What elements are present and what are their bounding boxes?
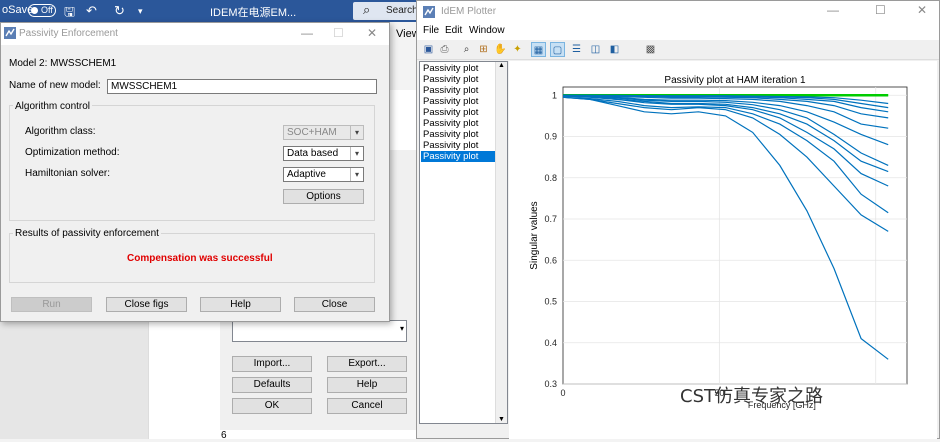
save-icon[interactable]: ▣	[421, 42, 436, 57]
search-icon: ⌕	[363, 2, 371, 17]
page-number: 6	[221, 430, 227, 441]
list-item[interactable]: Passivity plot	[421, 63, 496, 74]
chevron-down-icon: ▾	[350, 147, 363, 160]
close-icon[interactable]: ✕	[367, 26, 377, 40]
scroll-down-icon: ▼	[498, 416, 505, 423]
colorbar-icon[interactable]: ▩	[643, 42, 658, 57]
y-tick-label: 0.8	[544, 173, 557, 183]
scroll-up-icon: ▲	[498, 62, 505, 69]
minimize-icon[interactable]: —	[301, 26, 313, 40]
list-item[interactable]: Passivity plot	[421, 74, 496, 85]
algorithm-class-select[interactable]: SOC+HAM ▾	[283, 125, 364, 140]
plotter-title: IdEM Plotter	[441, 6, 497, 17]
name-label: Name of new model:	[9, 80, 101, 91]
algorithm-class-label: Algorithm class:	[25, 126, 96, 137]
import-button[interactable]: Import...	[232, 356, 312, 372]
autosave-toggle[interactable]: Off	[28, 4, 56, 17]
search-box[interactable]: ⌕ Search	[353, 2, 423, 20]
y-tick-label: 0.5	[544, 297, 557, 307]
idem-plotter-window: IdEM Plotter — ☐ ✕ File Edit Window ▣ ⎙ …	[416, 0, 940, 439]
optimization-method-select[interactable]: Data based ▾	[283, 146, 364, 161]
y-tick-label: 0.4	[544, 338, 557, 348]
list-item[interactable]: Passivity plot	[421, 118, 496, 129]
defaults-button[interactable]: Defaults	[232, 377, 312, 393]
chevron-down-icon[interactable]: ▾	[400, 324, 404, 333]
idem-app-icon	[423, 6, 435, 18]
layout-split-icon[interactable]: ◧	[607, 42, 622, 57]
document-title: IDEM在电源EM...	[210, 7, 297, 19]
run-button[interactable]: Run	[11, 297, 92, 312]
search-label: Search	[386, 5, 418, 16]
results-heading: Results of passivity enforcement	[13, 228, 161, 239]
algorithm-control-heading: Algorithm control	[13, 101, 93, 112]
help-button[interactable]: Help	[200, 297, 281, 312]
hamiltonian-solver-select[interactable]: Adaptive ▾	[283, 167, 364, 182]
chevron-down-icon: ▾	[350, 126, 363, 139]
y-tick-label: 1	[552, 90, 557, 100]
hamiltonian-solver-label: Hamiltonian solver:	[25, 168, 111, 179]
passivity-titlebar[interactable]: Passivity Enforcement — ☐ ✕	[1, 23, 389, 45]
menu-edit[interactable]: Edit	[445, 25, 462, 36]
plotter-titlebar[interactable]: IdEM Plotter — ☐ ✕	[417, 1, 939, 23]
list-scrollbar[interactable]: ▲ ▼	[495, 62, 507, 423]
optimization-method-label: Optimization method:	[25, 147, 120, 158]
list-item[interactable]: Passivity plot	[421, 96, 496, 107]
minimize-icon[interactable]: —	[827, 3, 839, 17]
model-name-input[interactable]: MWSSCHEM1	[107, 79, 377, 94]
menu-file[interactable]: File	[423, 25, 439, 36]
y-tick-label: 0.6	[544, 255, 557, 265]
print-icon[interactable]: ⎙	[437, 42, 452, 57]
help-button-main[interactable]: Help	[327, 377, 407, 393]
close-icon[interactable]: ✕	[917, 3, 927, 17]
undo-icon[interactable]: ↶	[86, 3, 97, 19]
menu-window[interactable]: Window	[469, 25, 505, 36]
plot-list[interactable]: Passivity plot Passivity plot Passivity …	[419, 61, 508, 424]
quick-access-dropdown-icon[interactable]: ▾	[138, 6, 143, 17]
redo-icon[interactable]: ↻	[114, 3, 125, 19]
export-button[interactable]: Export...	[327, 356, 407, 372]
chevron-down-icon: ▾	[350, 168, 363, 181]
idem-app-icon	[4, 27, 16, 39]
result-message: Compensation was successful	[127, 253, 273, 264]
ok-button[interactable]: OK	[232, 398, 312, 414]
plotter-toolbar: ▣ ⎙ ⌕ ⊞ ✋ ✦ ▦ ▢ ☰ ◫ ◧ ▩	[417, 40, 939, 60]
watermark-text: CST仿真专家之路	[680, 386, 823, 407]
model-label: Model 2: MWSSCHEM1	[9, 58, 117, 69]
layout-single-icon[interactable]: ▢	[550, 42, 565, 57]
y-tick-label: 0.3	[544, 379, 557, 389]
x-tick-label: 0	[560, 388, 565, 398]
list-item[interactable]: Passivity plot	[421, 85, 496, 96]
pan-hand-icon[interactable]: ✋	[493, 42, 508, 57]
maximize-icon[interactable]: ☐	[875, 3, 886, 17]
passivity-enforcement-window: Passivity Enforcement — ☐ ✕ Model 2: MWS…	[0, 22, 390, 322]
list-item-selected[interactable]: Passivity plot	[421, 151, 496, 162]
layout-rows-icon[interactable]: ☰	[569, 42, 584, 57]
zoom-box-icon[interactable]: ⊞	[476, 42, 491, 57]
grid-layout-icon[interactable]: ▦	[531, 42, 546, 57]
window-title: Passivity Enforcement	[19, 28, 118, 39]
plotter-menubar: File Edit Window	[417, 23, 939, 40]
model-list[interactable]: ▾	[232, 320, 407, 342]
data-cursor-icon[interactable]: ✦	[510, 42, 525, 57]
cancel-button[interactable]: Cancel	[327, 398, 407, 414]
layout-columns-icon[interactable]: ◫	[588, 42, 603, 57]
list-item[interactable]: Passivity plot	[421, 129, 496, 140]
options-button[interactable]: Options	[283, 189, 364, 204]
y-axis-label: Singular values	[529, 201, 540, 269]
zoom-in-icon[interactable]: ⌕	[459, 42, 474, 57]
y-tick-label: 0.9	[544, 132, 557, 142]
chart-title: Passivity plot at HAM iteration 1	[664, 75, 806, 86]
close-figs-button[interactable]: Close figs	[106, 297, 187, 312]
close-button[interactable]: Close	[294, 297, 375, 312]
list-item[interactable]: Passivity plot	[421, 140, 496, 151]
maximize-icon[interactable]: ☐	[333, 26, 344, 40]
y-tick-label: 0.7	[544, 214, 557, 224]
list-item[interactable]: Passivity plot	[421, 107, 496, 118]
